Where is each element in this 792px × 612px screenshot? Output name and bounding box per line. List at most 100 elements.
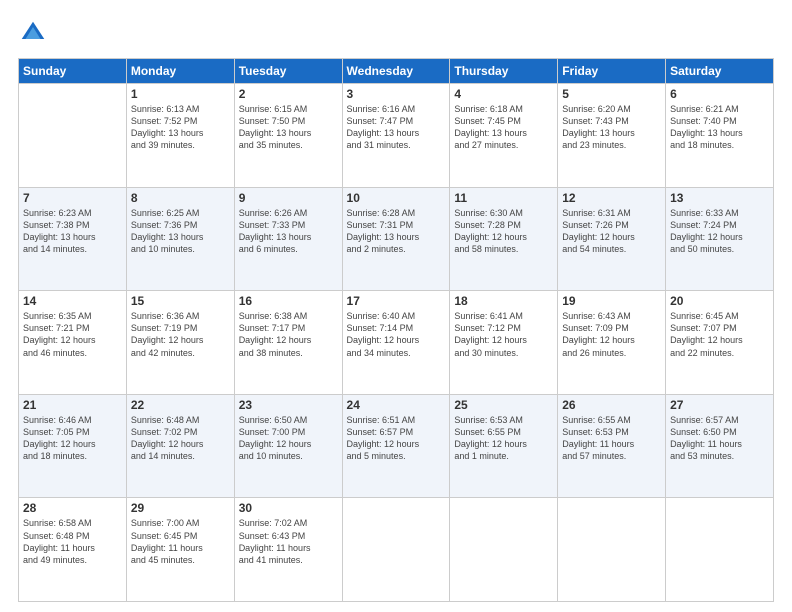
day-number: 12 <box>562 191 661 205</box>
logo-icon <box>18 18 48 48</box>
calendar-cell: 1 Sunrise: 6:13 AM Sunset: 7:52 PM Daylig… <box>126 84 234 188</box>
calendar-cell: 17 Sunrise: 6:40 AM Sunset: 7:14 PM Dayli… <box>342 291 450 395</box>
cell-info: Sunrise: 6:46 AM Sunset: 7:05 PM Dayligh… <box>23 414 122 463</box>
calendar-header-wednesday: Wednesday <box>342 59 450 84</box>
day-number: 14 <box>23 294 122 308</box>
cell-info: Sunrise: 6:33 AM Sunset: 7:24 PM Dayligh… <box>670 207 769 256</box>
calendar-week-5: 28Sunrise: 6:58 AM Sunset: 6:48 PM Dayli… <box>19 498 774 602</box>
day-number: 21 <box>23 398 122 412</box>
calendar-cell: 18 Sunrise: 6:41 AM Sunset: 7:12 PM Dayli… <box>450 291 558 395</box>
day-number: 19 <box>562 294 661 308</box>
cell-info: Sunrise: 6:55 AM Sunset: 6:53 PM Dayligh… <box>562 414 661 463</box>
day-number: 1 <box>131 87 230 101</box>
calendar-cell: 23 Sunrise: 6:50 AM Sunset: 7:00 PM Dayli… <box>234 394 342 498</box>
cell-info: Sunrise: 6:13 AM Sunset: 7:52 PM Dayligh… <box>131 103 230 152</box>
calendar-cell: 25 Sunrise: 6:53 AM Sunset: 6:55 PM Dayli… <box>450 394 558 498</box>
cell-info: Sunrise: 7:02 AM Sunset: 6:43 PM Dayligh… <box>239 517 338 566</box>
day-number: 10 <box>347 191 446 205</box>
cell-info: Sunrise: 6:40 AM Sunset: 7:14 PM Dayligh… <box>347 310 446 359</box>
cell-info: Sunrise: 6:43 AM Sunset: 7:09 PM Dayligh… <box>562 310 661 359</box>
calendar-header-sunday: Sunday <box>19 59 127 84</box>
calendar-cell: 21 Sunrise: 6:46 AM Sunset: 7:05 PM Dayli… <box>19 394 127 498</box>
calendar-cell: 24 Sunrise: 6:51 AM Sunset: 6:57 PM Dayli… <box>342 394 450 498</box>
calendar-cell: 11Sunrise: 6:30 AM Sunset: 7:28 PM Dayli… <box>450 187 558 291</box>
cell-info: Sunrise: 6:16 AM Sunset: 7:47 PM Dayligh… <box>347 103 446 152</box>
calendar-header-row: SundayMondayTuesdayWednesdayThursdayFrid… <box>19 59 774 84</box>
calendar-cell <box>342 498 450 602</box>
cell-info: Sunrise: 6:58 AM Sunset: 6:48 PM Dayligh… <box>23 517 122 566</box>
calendar-header-friday: Friday <box>558 59 666 84</box>
cell-info: Sunrise: 6:41 AM Sunset: 7:12 PM Dayligh… <box>454 310 553 359</box>
calendar-cell <box>450 498 558 602</box>
calendar-cell: 12 Sunrise: 6:31 AM Sunset: 7:26 PM Dayli… <box>558 187 666 291</box>
day-number: 26 <box>562 398 661 412</box>
calendar-header-thursday: Thursday <box>450 59 558 84</box>
day-number: 17 <box>347 294 446 308</box>
calendar-cell <box>558 498 666 602</box>
day-number: 23 <box>239 398 338 412</box>
day-number: 5 <box>562 87 661 101</box>
day-number: 4 <box>454 87 553 101</box>
cell-info: Sunrise: 6:57 AM Sunset: 6:50 PM Dayligh… <box>670 414 769 463</box>
calendar-cell: 30 Sunrise: 7:02 AM Sunset: 6:43 PM Dayli… <box>234 498 342 602</box>
calendar-header-saturday: Saturday <box>666 59 774 84</box>
cell-info: Sunrise: 6:23 AM Sunset: 7:38 PM Dayligh… <box>23 207 122 256</box>
cell-info: Sunrise: 6:36 AM Sunset: 7:19 PM Dayligh… <box>131 310 230 359</box>
calendar-cell: 2Sunrise: 6:15 AM Sunset: 7:50 PM Daylig… <box>234 84 342 188</box>
day-number: 3 <box>347 87 446 101</box>
page: SundayMondayTuesdayWednesdayThursdayFrid… <box>0 0 792 612</box>
calendar-week-1: 1 Sunrise: 6:13 AM Sunset: 7:52 PM Daylig… <box>19 84 774 188</box>
day-number: 18 <box>454 294 553 308</box>
calendar-cell: 5 Sunrise: 6:20 AM Sunset: 7:43 PM Daylig… <box>558 84 666 188</box>
cell-info: Sunrise: 6:18 AM Sunset: 7:45 PM Dayligh… <box>454 103 553 152</box>
calendar-cell: 14 Sunrise: 6:35 AM Sunset: 7:21 PM Dayli… <box>19 291 127 395</box>
day-number: 29 <box>131 501 230 515</box>
day-number: 27 <box>670 398 769 412</box>
calendar-cell: 29 Sunrise: 7:00 AM Sunset: 6:45 PM Dayli… <box>126 498 234 602</box>
cell-info: Sunrise: 6:45 AM Sunset: 7:07 PM Dayligh… <box>670 310 769 359</box>
cell-info: Sunrise: 6:51 AM Sunset: 6:57 PM Dayligh… <box>347 414 446 463</box>
calendar-week-3: 14 Sunrise: 6:35 AM Sunset: 7:21 PM Dayli… <box>19 291 774 395</box>
day-number: 6 <box>670 87 769 101</box>
calendar-cell: 8Sunrise: 6:25 AM Sunset: 7:36 PM Daylig… <box>126 187 234 291</box>
calendar-cell: 4 Sunrise: 6:18 AM Sunset: 7:45 PM Daylig… <box>450 84 558 188</box>
cell-info: Sunrise: 6:21 AM Sunset: 7:40 PM Dayligh… <box>670 103 769 152</box>
calendar-header-tuesday: Tuesday <box>234 59 342 84</box>
day-number: 15 <box>131 294 230 308</box>
calendar-cell: 15 Sunrise: 6:36 AM Sunset: 7:19 PM Dayli… <box>126 291 234 395</box>
cell-info: Sunrise: 6:48 AM Sunset: 7:02 PM Dayligh… <box>131 414 230 463</box>
cell-info: Sunrise: 6:30 AM Sunset: 7:28 PM Dayligh… <box>454 207 553 256</box>
cell-info: Sunrise: 6:15 AM Sunset: 7:50 PM Dayligh… <box>239 103 338 152</box>
day-number: 25 <box>454 398 553 412</box>
calendar-header-monday: Monday <box>126 59 234 84</box>
calendar-table: SundayMondayTuesdayWednesdayThursdayFrid… <box>18 58 774 602</box>
cell-info: Sunrise: 6:35 AM Sunset: 7:21 PM Dayligh… <box>23 310 122 359</box>
calendar-cell: 10Sunrise: 6:28 AM Sunset: 7:31 PM Dayli… <box>342 187 450 291</box>
calendar-cell: 20 Sunrise: 6:45 AM Sunset: 7:07 PM Dayli… <box>666 291 774 395</box>
calendar-cell: 28Sunrise: 6:58 AM Sunset: 6:48 PM Dayli… <box>19 498 127 602</box>
day-number: 22 <box>131 398 230 412</box>
cell-info: Sunrise: 6:31 AM Sunset: 7:26 PM Dayligh… <box>562 207 661 256</box>
cell-info: Sunrise: 6:53 AM Sunset: 6:55 PM Dayligh… <box>454 414 553 463</box>
calendar-cell: 3 Sunrise: 6:16 AM Sunset: 7:47 PM Daylig… <box>342 84 450 188</box>
header <box>18 18 774 48</box>
calendar-cell <box>666 498 774 602</box>
day-number: 9 <box>239 191 338 205</box>
logo <box>18 18 52 48</box>
cell-info: Sunrise: 6:50 AM Sunset: 7:00 PM Dayligh… <box>239 414 338 463</box>
calendar-cell: 6 Sunrise: 6:21 AM Sunset: 7:40 PM Daylig… <box>666 84 774 188</box>
calendar-cell: 16 Sunrise: 6:38 AM Sunset: 7:17 PM Dayli… <box>234 291 342 395</box>
cell-info: Sunrise: 6:38 AM Sunset: 7:17 PM Dayligh… <box>239 310 338 359</box>
day-number: 24 <box>347 398 446 412</box>
calendar-cell: 22 Sunrise: 6:48 AM Sunset: 7:02 PM Dayli… <box>126 394 234 498</box>
calendar-cell <box>19 84 127 188</box>
calendar-week-2: 7 Sunrise: 6:23 AM Sunset: 7:38 PM Daylig… <box>19 187 774 291</box>
day-number: 16 <box>239 294 338 308</box>
day-number: 20 <box>670 294 769 308</box>
calendar-cell: 26 Sunrise: 6:55 AM Sunset: 6:53 PM Dayli… <box>558 394 666 498</box>
cell-info: Sunrise: 6:20 AM Sunset: 7:43 PM Dayligh… <box>562 103 661 152</box>
day-number: 30 <box>239 501 338 515</box>
cell-info: Sunrise: 7:00 AM Sunset: 6:45 PM Dayligh… <box>131 517 230 566</box>
calendar-cell: 7 Sunrise: 6:23 AM Sunset: 7:38 PM Daylig… <box>19 187 127 291</box>
day-number: 7 <box>23 191 122 205</box>
